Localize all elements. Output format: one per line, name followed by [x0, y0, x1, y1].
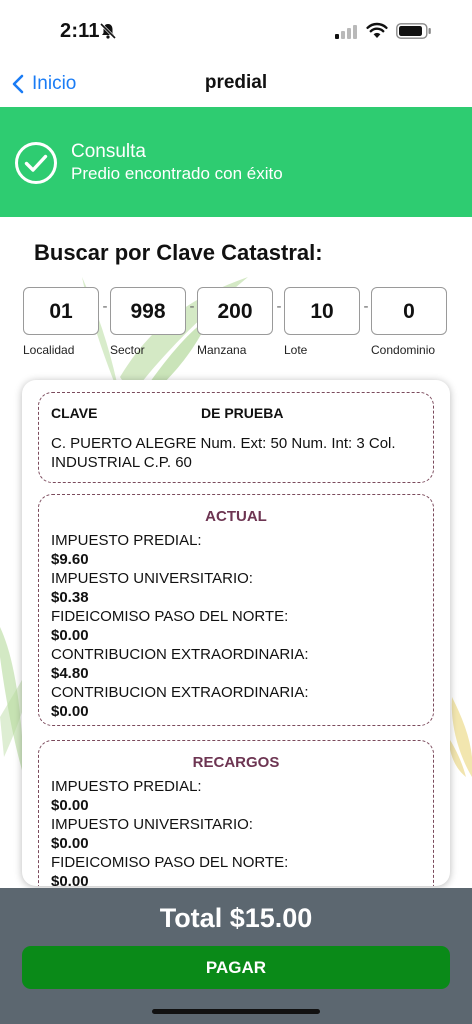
concept-amount: $0.00 [51, 873, 89, 886]
concept-name: IMPUESTO PREDIAL: [51, 532, 202, 549]
cellular-signal-icon [335, 25, 357, 39]
banner-subtitle: Predio encontrado con éxito [71, 164, 283, 183]
wifi-icon [366, 22, 388, 38]
manzana-label: Manzana [197, 343, 247, 357]
home-indicator[interactable] [152, 1009, 320, 1014]
banner-title: Consulta [71, 141, 146, 162]
sector-field[interactable]: 998 [110, 287, 186, 335]
concept-name: IMPUESTO UNIVERSITARIO: [51, 570, 253, 587]
status-time: 2:11 [60, 20, 100, 42]
concept-amount: $0.00 [51, 627, 89, 644]
concept-name: IMPUESTO PREDIAL: [51, 778, 202, 795]
clave-value: DE PRUEBA [201, 405, 284, 421]
concept-amount: $9.60 [51, 551, 89, 568]
status-bar: 2:11 [0, 0, 472, 62]
results-card[interactable]: CLAVE DE PRUEBA C. PUERTO ALEGRE Num. Ex… [22, 380, 450, 886]
concept-amount: $0.00 [51, 797, 89, 814]
concept-name: FIDEICOMISO PASO DEL NORTE: [51, 854, 289, 871]
success-banner: Consulta Predio encontrado con éxito [0, 107, 472, 217]
concept-name: IMPUESTO UNIVERSITARIO: [51, 816, 253, 833]
recargos-title: RECARGOS [192, 754, 280, 771]
concept-amount: $0.38 [51, 589, 89, 606]
search-title: Buscar por Clave Catastral: [34, 240, 323, 265]
lote-field[interactable]: 10 [284, 287, 360, 335]
pay-button[interactable]: PAGAR [22, 946, 450, 989]
concept-name: FIDEICOMISO PASO DEL NORTE: [51, 608, 289, 625]
concept-amount: $4.80 [51, 665, 89, 682]
localidad-field[interactable]: 01 [23, 287, 99, 335]
battery-icon [396, 23, 431, 39]
concept-amount: $0.00 [51, 835, 89, 852]
actual-list: IMPUESTO PREDIAL: $9.60 IMPUESTO UNIVERS… [51, 531, 423, 721]
recargos-list: IMPUESTO PREDIAL: $0.00 IMPUESTO UNIVERS… [51, 777, 423, 886]
total-amount: Total $15.00 [159, 903, 313, 933]
sector-label: Sector [110, 343, 145, 357]
actual-section: ACTUAL IMPUESTO PREDIAL: $9.60 IMPUESTO … [38, 494, 434, 726]
concept-name: CONTRIBUCION EXTRAORDINARIA: [51, 646, 309, 663]
concept-amount: $0.00 [51, 703, 89, 720]
property-address: C. PUERTO ALEGRE Num. Ext: 50 Num. Int: … [51, 435, 396, 471]
footer-bar: Total $15.00 PAGAR [0, 888, 472, 1024]
condominio-label: Condominio [371, 343, 436, 357]
page-title: predial [204, 72, 268, 93]
clave-label: CLAVE [51, 405, 98, 421]
localidad-label: Localidad [23, 343, 75, 357]
concept-name: CONTRIBUCION EXTRAORDINARIA: [51, 684, 309, 701]
recargos-section: RECARGOS IMPUESTO PREDIAL: $0.00 IMPUEST… [38, 740, 434, 886]
lote-label: Lote [284, 343, 308, 357]
condominio-field[interactable]: 0 [371, 287, 447, 335]
manzana-field[interactable]: 200 [197, 287, 273, 335]
property-info-box: CLAVE DE PRUEBA C. PUERTO ALEGRE Num. Ex… [38, 392, 434, 483]
field-separator: - [363, 298, 369, 315]
field-separator: - [189, 298, 195, 315]
field-separator: - [276, 298, 282, 315]
navigation-bar: Inicio predial [0, 62, 472, 106]
check-circle-icon [15, 142, 57, 184]
bell-muted-icon [99, 22, 117, 40]
actual-title: ACTUAL [205, 508, 267, 525]
field-separator: - [102, 298, 108, 315]
